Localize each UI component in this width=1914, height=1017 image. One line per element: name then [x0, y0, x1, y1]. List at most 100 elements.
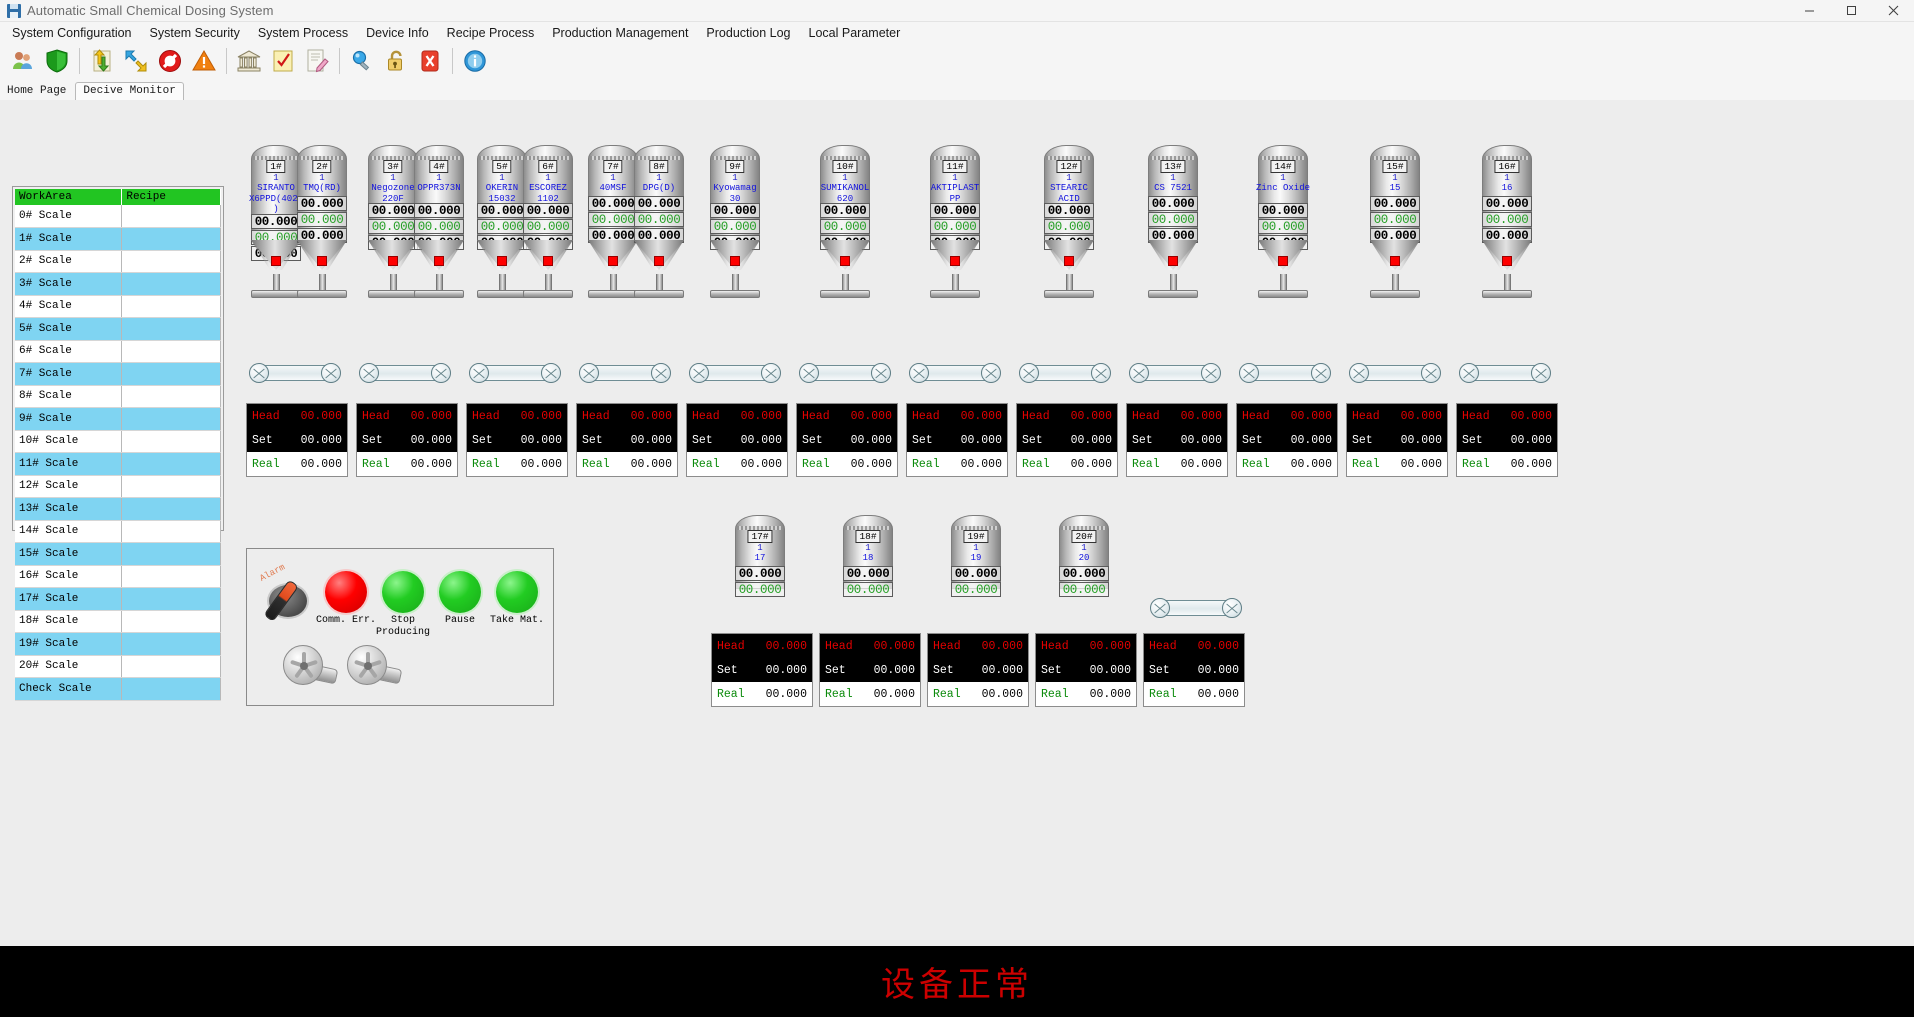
conveyor-7[interactable] [909, 361, 1001, 385]
table-row[interactable]: 18# Scale [15, 610, 221, 633]
fan-2[interactable] [347, 645, 403, 691]
lamp-comm-err-[interactable] [325, 571, 367, 613]
table-row[interactable]: 8# Scale [15, 385, 221, 408]
silo-20[interactable]: 20# 1 20 00.000 00.000 [1059, 515, 1109, 597]
conveyor-8[interactable] [1019, 361, 1111, 385]
silo-14[interactable]: 14#1Zinc Oxide00.00000.00000.000 [1256, 145, 1310, 298]
shield-icon[interactable] [40, 44, 74, 78]
menu-item-device-info[interactable]: Device Info [357, 23, 438, 43]
conveyor-4[interactable] [579, 361, 671, 385]
silo-discharge-valve[interactable] [543, 256, 553, 266]
table-row[interactable]: 10# Scale [15, 430, 221, 453]
warning-icon[interactable] [187, 44, 221, 78]
silo-discharge-valve[interactable] [317, 256, 327, 266]
table-row[interactable]: 9# Scale [15, 407, 221, 431]
table-row[interactable]: 7# Scale [15, 362, 221, 386]
tab-decive-monitor[interactable]: Decive Monitor [75, 82, 184, 100]
tab-home-page[interactable]: Home Page [0, 83, 73, 100]
silo-15[interactable]: 15# 1 15 00.000 00.000 00.000 [1370, 145, 1420, 298]
table-row[interactable]: 6# Scale [15, 340, 221, 363]
silo-12[interactable]: 12#1STEARIC ACID00.00000.00000.000 [1044, 145, 1094, 298]
menu-item-production-log[interactable]: Production Log [697, 23, 799, 43]
table-row[interactable]: 16# Scale [15, 565, 221, 588]
silo-2[interactable]: 2# 1 TMQ(RD) 00.000 00.000 00.000 [297, 145, 347, 298]
silo-7[interactable]: 7# 1 40MSF 00.000 00.000 00.000 [588, 145, 638, 298]
table-row[interactable]: 3# Scale [15, 272, 221, 296]
silo-discharge-valve[interactable] [1502, 256, 1512, 266]
silo-discharge-valve[interactable] [1390, 256, 1400, 266]
conveyor-11[interactable] [1349, 361, 1441, 385]
silo-1[interactable]: 1#1SIRANTO X6PPD(4020)00.00000.00000.000 [249, 145, 303, 298]
silo-9[interactable]: 9#1Kyowamag 3000.00000.00000.000 [710, 145, 760, 298]
forbidden-icon[interactable] [153, 44, 187, 78]
menu-item-recipe-process[interactable]: Recipe Process [438, 23, 544, 43]
bank-icon[interactable] [232, 44, 266, 78]
table-row[interactable]: 19# Scale [15, 632, 221, 656]
maximize-icon[interactable] [1830, 0, 1872, 22]
menu-item-system-security[interactable]: System Security [141, 23, 249, 43]
table-row[interactable]: 0# Scale [15, 205, 221, 228]
table-row[interactable]: 20# Scale [15, 655, 221, 678]
lock-icon[interactable] [379, 44, 413, 78]
silo-discharge-valve[interactable] [1278, 256, 1288, 266]
silo-11[interactable]: 11#1AKTIPLAST PP00.00000.00000.000 [930, 145, 980, 298]
upload-download-icon[interactable] [85, 44, 119, 78]
lamp-pause[interactable] [439, 571, 481, 613]
silo-discharge-valve[interactable] [654, 256, 664, 266]
edit-document-icon[interactable] [300, 44, 334, 78]
table-row[interactable]: 5# Scale [15, 317, 221, 341]
conveyor-12[interactable] [1459, 361, 1551, 385]
lamp-take-mat-[interactable] [496, 571, 538, 613]
conveyor-6[interactable] [799, 361, 891, 385]
silo-10[interactable]: 10#1SUMIKANOL 62000.00000.00000.000 [820, 145, 870, 298]
silo-13[interactable]: 13# 1 CS 7521 00.000 00.000 00.000 [1148, 145, 1198, 298]
menu-item-system-process[interactable]: System Process [249, 23, 357, 43]
silo-6[interactable]: 6#1ESCOREZ 110200.00000.00000.000 [523, 145, 573, 298]
silo-discharge-valve[interactable] [271, 256, 281, 266]
table-row[interactable]: 4# Scale [15, 295, 221, 318]
silo-16[interactable]: 16# 1 16 00.000 00.000 00.000 [1482, 145, 1532, 298]
fan-1[interactable] [283, 645, 339, 691]
lamp-stop-producing[interactable] [382, 571, 424, 613]
table-row[interactable]: 13# Scale [15, 497, 221, 521]
table-row[interactable]: 12# Scale [15, 475, 221, 498]
conveyor-1[interactable] [249, 361, 341, 385]
minimize-icon[interactable] [1788, 0, 1830, 22]
table-row[interactable]: 14# Scale [15, 520, 221, 543]
menu-item-production-management[interactable]: Production Management [543, 23, 697, 43]
conveyor-2[interactable] [359, 361, 451, 385]
table-row[interactable]: 1# Scale [15, 227, 221, 251]
silo-discharge-valve[interactable] [434, 256, 444, 266]
close-icon[interactable] [1872, 0, 1914, 22]
arrows-diagonal-icon[interactable] [119, 44, 153, 78]
conveyor-5[interactable] [689, 361, 781, 385]
silo-discharge-valve[interactable] [840, 256, 850, 266]
silo-discharge-valve[interactable] [1168, 256, 1178, 266]
silo-discharge-valve[interactable] [730, 256, 740, 266]
column-header-workarea[interactable]: WorkArea [15, 189, 123, 205]
table-row[interactable]: 17# Scale [15, 587, 221, 611]
silo-8[interactable]: 8# 1 DPG(D) 00.000 00.000 00.000 [634, 145, 684, 298]
alarm-switch[interactable]: Alarm [258, 562, 315, 627]
table-row[interactable]: Check Scale [15, 677, 221, 701]
silo-4[interactable]: 4#1OPPR373N00.00000.00000.000 [414, 145, 464, 298]
table-row[interactable]: 11# Scale [15, 452, 221, 476]
checklist-icon[interactable] [266, 44, 300, 78]
column-header-recipe[interactable]: Recipe [121, 189, 221, 205]
search-icon[interactable] [345, 44, 379, 78]
menu-item-local-parameter[interactable]: Local Parameter [800, 23, 910, 43]
conveyor-10[interactable] [1239, 361, 1331, 385]
silo-discharge-valve[interactable] [608, 256, 618, 266]
menu-item-system-configuration[interactable]: System Configuration [3, 23, 141, 43]
silo-3[interactable]: 3#1Negozone 220F00.00000.00000.000 [368, 145, 418, 298]
close-red-icon[interactable] [413, 44, 447, 78]
conveyor-3[interactable] [469, 361, 561, 385]
conveyor-bottom[interactable] [1150, 596, 1242, 620]
silo-discharge-valve[interactable] [1064, 256, 1074, 266]
info-icon[interactable] [458, 44, 492, 78]
table-row[interactable]: 15# Scale [15, 542, 221, 566]
silo-18[interactable]: 18# 1 18 00.000 00.000 [843, 515, 893, 597]
users-icon[interactable] [6, 44, 40, 78]
table-row[interactable]: 2# Scale [15, 250, 221, 273]
silo-17[interactable]: 17# 1 17 00.000 00.000 [735, 515, 785, 597]
